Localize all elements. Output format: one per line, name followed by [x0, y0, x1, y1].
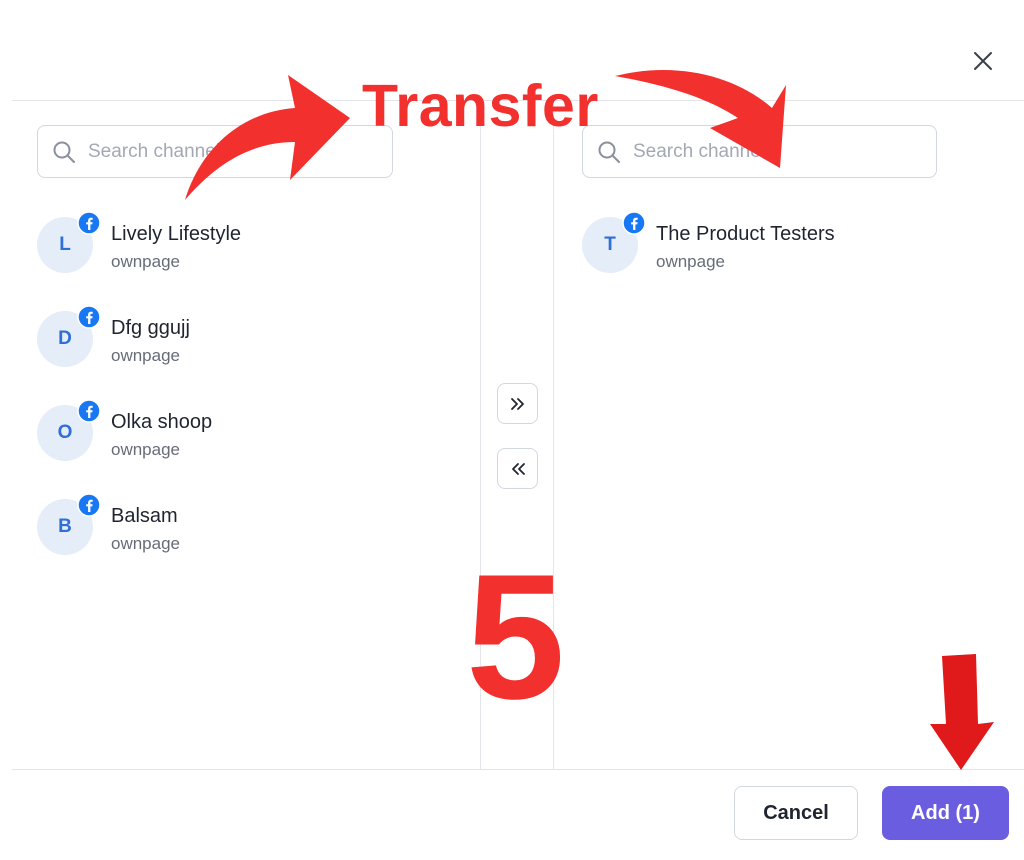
channel-name: The Product Testers	[656, 223, 835, 245]
facebook-icon	[77, 305, 101, 329]
avatar-initial: T	[604, 234, 616, 255]
facebook-icon	[77, 211, 101, 235]
facebook-icon	[77, 399, 101, 423]
channel-type: ownpage	[111, 346, 181, 365]
available-channels-list: L Lively Lifestyle ownpage D Dfg ggujj o…	[37, 211, 457, 587]
close-icon	[974, 52, 992, 70]
close-button[interactable]	[966, 44, 1000, 78]
channel-name: Lively Lifestyle	[111, 223, 242, 245]
left-search-input[interactable]	[88, 140, 378, 163]
move-right-button[interactable]	[497, 383, 538, 424]
available-channels-panel: L Lively Lifestyle ownpage D Dfg ggujj o…	[12, 101, 480, 769]
avatar-initial: D	[58, 328, 72, 349]
left-search-box[interactable]	[37, 125, 393, 178]
channel-item[interactable]: T The Product Testers ownpage	[582, 211, 1002, 305]
channel-item[interactable]: O Olka shoop ownpage	[37, 399, 457, 493]
double-chevron-left-icon	[511, 462, 525, 475]
channel-name: Balsam	[111, 505, 178, 527]
channel-type: ownpage	[111, 252, 181, 271]
selected-channels-list: T The Product Testers ownpage	[582, 211, 1002, 305]
channel-type: ownpage	[656, 252, 726, 271]
channel-type: ownpage	[111, 440, 181, 459]
facebook-icon	[77, 493, 101, 517]
transfer-annotation: Transfer	[362, 73, 599, 139]
footer-divider	[12, 769, 1024, 770]
add-button[interactable]: Add (1)	[882, 786, 1009, 840]
avatar-initial: B	[58, 516, 72, 537]
search-icon	[598, 141, 620, 163]
channel-item[interactable]: B Balsam ownpage	[37, 493, 457, 587]
channel-name: Dfg ggujj	[111, 317, 190, 339]
right-search-input[interactable]	[633, 140, 923, 163]
channel-item[interactable]: D Dfg ggujj ownpage	[37, 305, 457, 399]
cancel-button[interactable]: Cancel	[734, 786, 858, 840]
avatar-initial: O	[57, 422, 73, 443]
right-search-box[interactable]	[582, 125, 937, 178]
double-chevron-right-icon	[510, 397, 524, 410]
channel-name: Olka shoop	[111, 411, 213, 433]
channel-item[interactable]: L Lively Lifestyle ownpage	[37, 211, 457, 305]
search-icon	[53, 141, 75, 163]
step-number-annotation: 5	[466, 537, 565, 736]
selected-channels-panel: T The Product Testers ownpage	[554, 101, 1024, 769]
avatar-initial: L	[59, 234, 71, 255]
facebook-icon	[622, 211, 646, 235]
channel-type: ownpage	[111, 534, 181, 553]
move-left-button[interactable]	[497, 448, 538, 489]
